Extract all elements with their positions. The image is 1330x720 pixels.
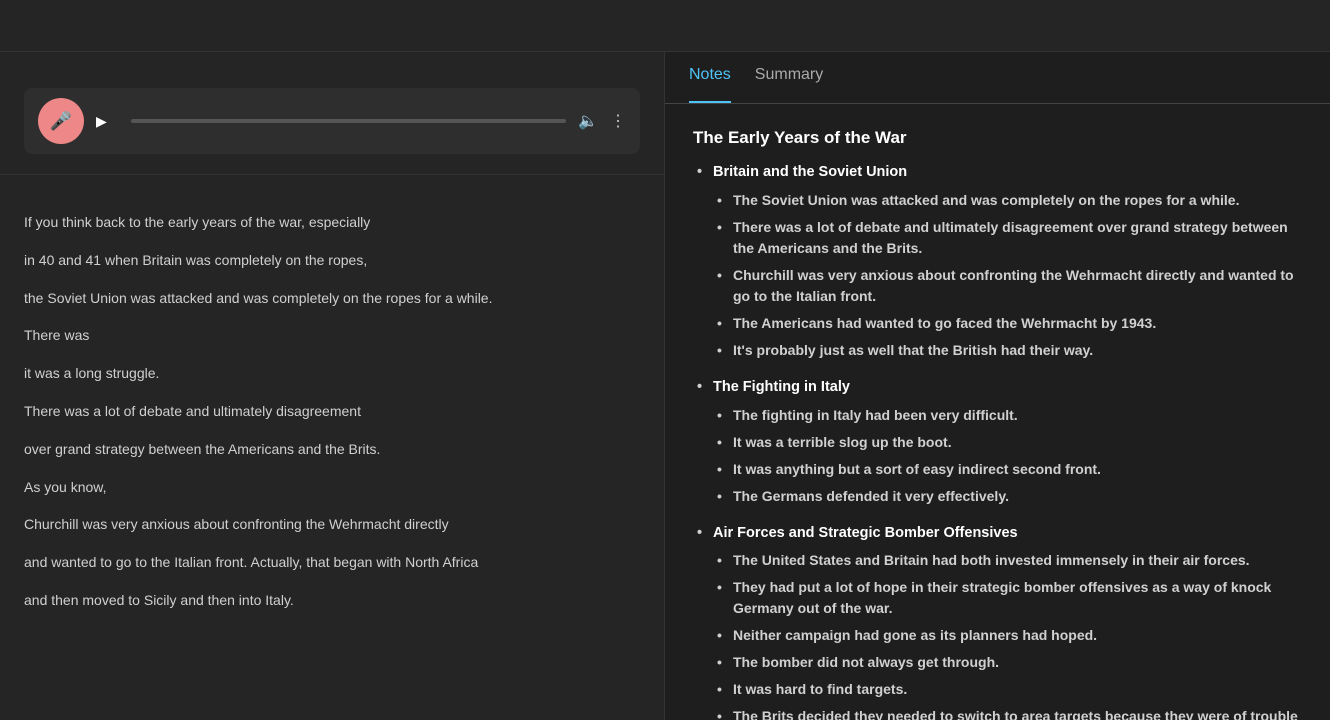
transcription-para: the Soviet Union was attacked and was co…: [24, 287, 630, 311]
transcription-para: There was a lot of debate and ultimately…: [24, 400, 630, 424]
main-layout: 🎤 ▶ 🔈 ⋮ If you think back to the early y…: [0, 52, 1330, 720]
transcription-para: it was a long struggle.: [24, 362, 630, 386]
play-button[interactable]: ▶: [96, 113, 107, 130]
transcription-para: in 40 and 41 when Britain was completely…: [24, 249, 630, 273]
topic-list: The Fighting in ItalyThe fighting in Ita…: [693, 377, 1302, 507]
transcription-content[interactable]: If you think back to the early years of …: [24, 211, 640, 720]
left-panel: 🎤 ▶ 🔈 ⋮ If you think back to the early y…: [0, 52, 665, 720]
topic-title: Britain and the Soviet UnionThe Soviet U…: [693, 162, 1302, 361]
sub-list: The United States and Britain had both i…: [713, 550, 1302, 720]
section-heading: The Early Years of the War: [693, 128, 1302, 148]
list-item: The Americans had wanted to go faced the…: [713, 313, 1302, 334]
transcription-para: There was: [24, 324, 630, 348]
media-section: 🎤 ▶ 🔈 ⋮: [0, 52, 664, 175]
transcription-section: If you think back to the early years of …: [0, 175, 664, 720]
mic-icon: 🎤: [50, 111, 72, 132]
list-item: The Germans defended it very effectively…: [713, 486, 1302, 507]
list-item: It was anything but a sort of easy indir…: [713, 459, 1302, 480]
tab-summary[interactable]: Summary: [755, 52, 823, 103]
audio-player: 🎤 ▶ 🔈 ⋮: [24, 88, 640, 154]
transcription-para: As you know,: [24, 476, 630, 500]
transcription-para: and wanted to go to the Italian front. A…: [24, 551, 630, 575]
right-panel: Notes Summary The Early Years of the War…: [665, 52, 1330, 720]
list-item: The bomber did not always get through.: [713, 652, 1302, 673]
topic-list: Air Forces and Strategic Bomber Offensiv…: [693, 523, 1302, 720]
transcription-para: over grand strategy between the American…: [24, 438, 630, 462]
notes-content: The Early Years of the War Britain and th…: [665, 104, 1330, 720]
topic-list: Britain and the Soviet UnionThe Soviet U…: [693, 162, 1302, 361]
list-item: The fighting in Italy had been very diff…: [713, 405, 1302, 426]
transcription-para: and then moved to Sicily and then into I…: [24, 589, 630, 613]
list-item: The Brits decided they needed to switch …: [713, 706, 1302, 720]
sub-list: The Soviet Union was attacked and was co…: [713, 190, 1302, 361]
tab-notes[interactable]: Notes: [689, 52, 731, 103]
list-item: There was a lot of debate and ultimately…: [713, 217, 1302, 259]
list-item: It was hard to find targets.: [713, 679, 1302, 700]
list-item: Neither campaign had gone as its planner…: [713, 625, 1302, 646]
mic-button[interactable]: 🎤: [38, 98, 84, 144]
transcription-para: Churchill was very anxious about confron…: [24, 513, 630, 537]
list-item: It's probably just as well that the Brit…: [713, 340, 1302, 361]
list-item: Churchill was very anxious about confron…: [713, 265, 1302, 307]
sub-list: The fighting in Italy had been very diff…: [713, 405, 1302, 507]
tabs-bar: Notes Summary: [665, 52, 1330, 104]
topic-title: The Fighting in ItalyThe fighting in Ita…: [693, 377, 1302, 507]
transcription-para: If you think back to the early years of …: [24, 211, 630, 235]
list-item: They had put a lot of hope in their stra…: [713, 577, 1302, 619]
header: [0, 0, 1330, 52]
progress-bar[interactable]: [131, 119, 566, 123]
list-item: The Soviet Union was attacked and was co…: [713, 190, 1302, 211]
volume-icon[interactable]: 🔈: [578, 111, 598, 131]
list-item: It was a terrible slog up the boot.: [713, 432, 1302, 453]
topic-title: Air Forces and Strategic Bomber Offensiv…: [693, 523, 1302, 720]
more-options-icon[interactable]: ⋮: [610, 111, 626, 131]
list-item: The United States and Britain had both i…: [713, 550, 1302, 571]
